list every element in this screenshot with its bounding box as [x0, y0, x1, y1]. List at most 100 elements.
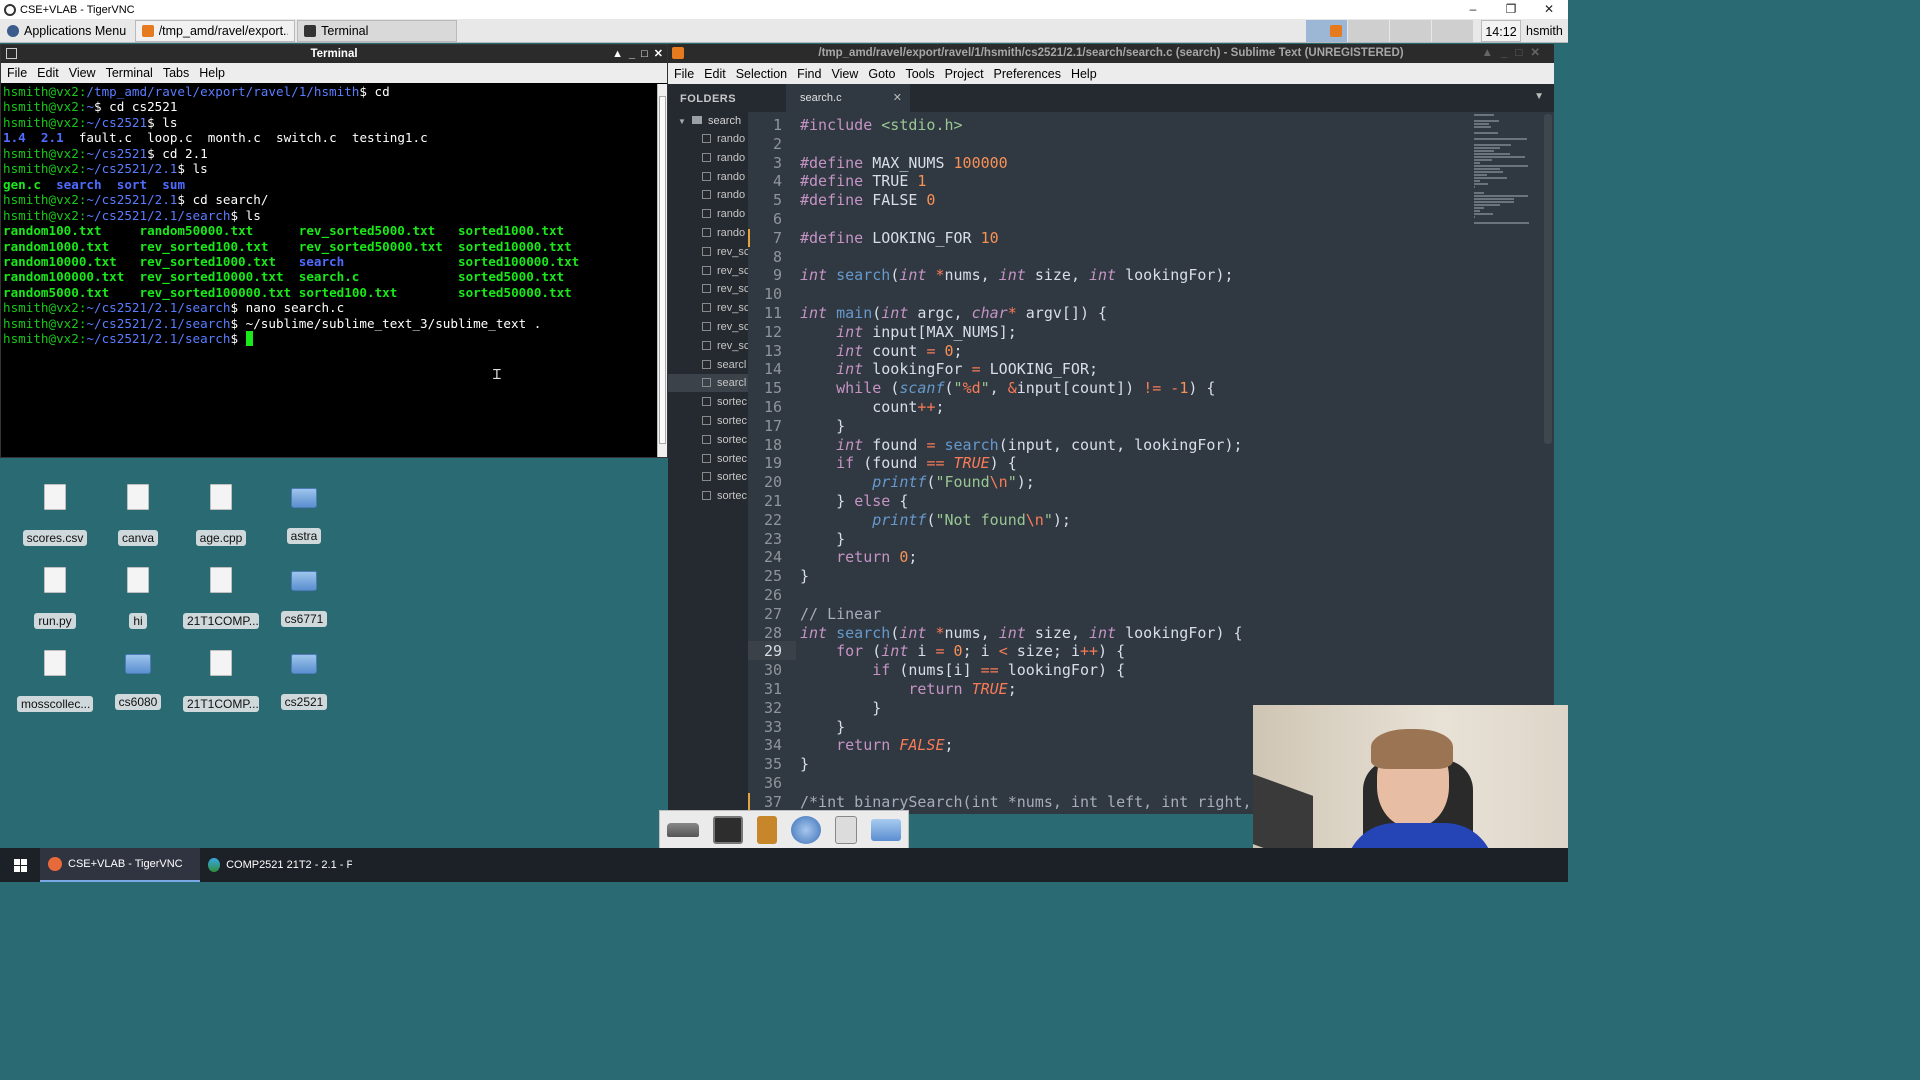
panel-clock[interactable]: 14:12: [1481, 20, 1521, 42]
sublime-menu-edit[interactable]: Edit: [704, 67, 726, 81]
terminal-menu-file[interactable]: File: [7, 66, 27, 80]
sublime-menu-preferences[interactable]: Preferences: [994, 67, 1061, 81]
sidebar-file-item[interactable]: sortec: [702, 468, 748, 486]
desktop-icon-cs2521[interactable]: cs2521: [266, 650, 342, 713]
vnc-minimize-button[interactable]: –: [1454, 0, 1492, 18]
desktop-icon-scores-csv[interactable]: scores.csv: [17, 484, 93, 549]
sidebar-file-item[interactable]: sortec: [702, 393, 748, 411]
ls-spacer: [109, 285, 139, 300]
sidebar-file-item[interactable]: rev_sc: [702, 318, 748, 336]
sidebar-file-item[interactable]: rando: [702, 224, 748, 242]
sublime-menu-selection[interactable]: Selection: [736, 67, 787, 81]
search-icon[interactable]: [835, 816, 857, 844]
workspace-4[interactable]: [1432, 20, 1474, 42]
sidebar-file-item[interactable]: sortec: [702, 487, 748, 505]
terminal-scrollbar[interactable]: [657, 84, 667, 457]
desktop-icon-cs6080[interactable]: cs6080: [100, 650, 176, 713]
code-token: search: [944, 435, 999, 454]
terminal-close-button[interactable]: ✕: [654, 45, 663, 63]
applications-menu-button[interactable]: Applications Menu: [0, 20, 133, 42]
terminal-output[interactable]: hsmith@vx2:/tmp_amd/ravel/export/ravel/1…: [3, 84, 653, 457]
code-line: }: [836, 717, 846, 736]
ls-entry: rev_sorted5000.txt: [298, 223, 436, 239]
code-token: =: [980, 661, 990, 680]
sublime-menu-help[interactable]: Help: [1071, 67, 1097, 81]
terminal-menu-help[interactable]: Help: [199, 66, 225, 80]
web-browser-icon[interactable]: [791, 816, 821, 844]
sidebar-file-item[interactable]: searcl: [702, 356, 748, 374]
sublime-menu-file[interactable]: File: [674, 67, 694, 81]
sidebar-file-item[interactable]: rev_sc: [702, 243, 748, 261]
workspace-3[interactable]: [1390, 20, 1432, 42]
terminal-minimize-button[interactable]: _: [629, 45, 635, 63]
taskbar-item-sublime[interactable]: /tmp_amd/ravel/export...: [135, 19, 296, 42]
sublime-menu-view[interactable]: View: [831, 67, 858, 81]
desktop-icon-hi[interactable]: hi: [100, 567, 176, 632]
file-cabinet-icon[interactable]: [757, 816, 777, 844]
sidebar-file-item[interactable]: rando: [702, 168, 748, 186]
terminal-shade-button[interactable]: ▲: [612, 45, 623, 63]
desktop-icon-canva[interactable]: canva: [100, 484, 176, 549]
show-desktop-icon[interactable]: [667, 823, 699, 837]
vnc-restore-button[interactable]: ❐: [1492, 0, 1530, 18]
desktop-icon-21t1comp-[interactable]: 21T1COMP...: [183, 567, 259, 632]
minimap-line: [1474, 138, 1527, 140]
desktop-icon-run-py[interactable]: run.py: [17, 567, 93, 632]
desktop-icon-21t1comp-[interactable]: 21T1COMP...: [183, 650, 259, 715]
sublime-menu-tools[interactable]: Tools: [905, 67, 934, 81]
code-token: TRUE: [953, 454, 990, 473]
sublime-menu-goto[interactable]: Goto: [868, 67, 895, 81]
taskbar-item-terminal[interactable]: Terminal: [297, 19, 458, 42]
sidebar-file-item[interactable]: rev_sc: [702, 262, 748, 280]
sidebar-file-item[interactable]: sortec: [702, 431, 748, 449]
string-part: ": [953, 379, 963, 398]
terminal-menu-edit[interactable]: Edit: [37, 66, 59, 80]
terminal-icon[interactable]: [713, 816, 743, 844]
desktop-icon-mosscollec-[interactable]: mosscollec...: [17, 650, 93, 715]
tab-close-icon[interactable]: ✕: [893, 84, 902, 112]
prompt-user-host: hsmith@vx2:: [3, 300, 87, 316]
minimap-line: [1474, 120, 1500, 122]
terminal-scroll-thumb[interactable]: [659, 96, 666, 444]
sidebar-file-item[interactable]: rev_sc: [702, 280, 748, 298]
terminal-menu-terminal[interactable]: Terminal: [106, 66, 153, 80]
minimap[interactable]: [1474, 114, 1540, 234]
sidebar-root-folder[interactable]: ▼ search: [678, 112, 748, 130]
sidebar-file-item[interactable]: sortec: [702, 450, 748, 468]
sidebar-file-item[interactable]: rando: [702, 205, 748, 223]
folder-icon[interactable]: [871, 819, 901, 841]
terminal-menu-view[interactable]: View: [69, 66, 96, 80]
workspace-1[interactable]: [1306, 20, 1348, 42]
sublime-titlebar[interactable]: /tmp_amd/ravel/export/ravel/1/hsmith/cs2…: [668, 44, 1554, 63]
sidebar-file-item[interactable]: rev_sc: [702, 299, 748, 317]
panel-user[interactable]: hsmith: [1526, 20, 1563, 42]
desktop-icon-cs6771[interactable]: cs6771: [266, 567, 342, 630]
sidebar-file-item[interactable]: sortec: [702, 412, 748, 430]
tab-search-c[interactable]: search.c ✕: [786, 84, 910, 112]
win-task-browser[interactable]: COMP2521 21T2 - 2.1 - Per...: [200, 848, 360, 882]
code-token: TRUE: [971, 680, 1008, 698]
terminal-titlebar[interactable]: Terminal ▲ _ □ ✕: [1, 45, 667, 63]
sublime-window-controls[interactable]: ▲_□✕: [1482, 44, 1548, 63]
workspace-2[interactable]: [1348, 20, 1390, 42]
terminal-maximize-button[interactable]: □: [641, 45, 648, 63]
windows-start-button[interactable]: [0, 848, 40, 882]
tab-dropdown-icon[interactable]: ▼: [1534, 91, 1544, 102]
vnc-close-button[interactable]: ✕: [1530, 0, 1568, 18]
sidebar-file-item[interactable]: searcl: [668, 374, 748, 393]
desktop-icon-age-cpp[interactable]: age.cpp: [183, 484, 259, 549]
sublime-menu-find[interactable]: Find: [797, 67, 821, 81]
desktop-icon-astra[interactable]: astra: [266, 484, 342, 547]
sublime-menu-project[interactable]: Project: [945, 67, 984, 81]
preprocessor-directive: #define: [800, 172, 864, 191]
sidebar-file-item[interactable]: rando: [702, 149, 748, 167]
win-task-tigervnc[interactable]: CSE+VLAB - TigerVNC: [40, 848, 200, 882]
editor-scrollbar[interactable]: [1544, 114, 1552, 444]
workspace-switcher[interactable]: [1306, 20, 1474, 42]
ls-spacer: [276, 254, 299, 269]
terminal-menu-tabs[interactable]: Tabs: [163, 66, 189, 80]
sidebar-file-item[interactable]: rando: [702, 186, 748, 204]
sidebar-file-item[interactable]: rando: [702, 130, 748, 148]
line-number: 15: [763, 379, 782, 398]
sidebar-file-item[interactable]: rev_sc: [702, 337, 748, 355]
